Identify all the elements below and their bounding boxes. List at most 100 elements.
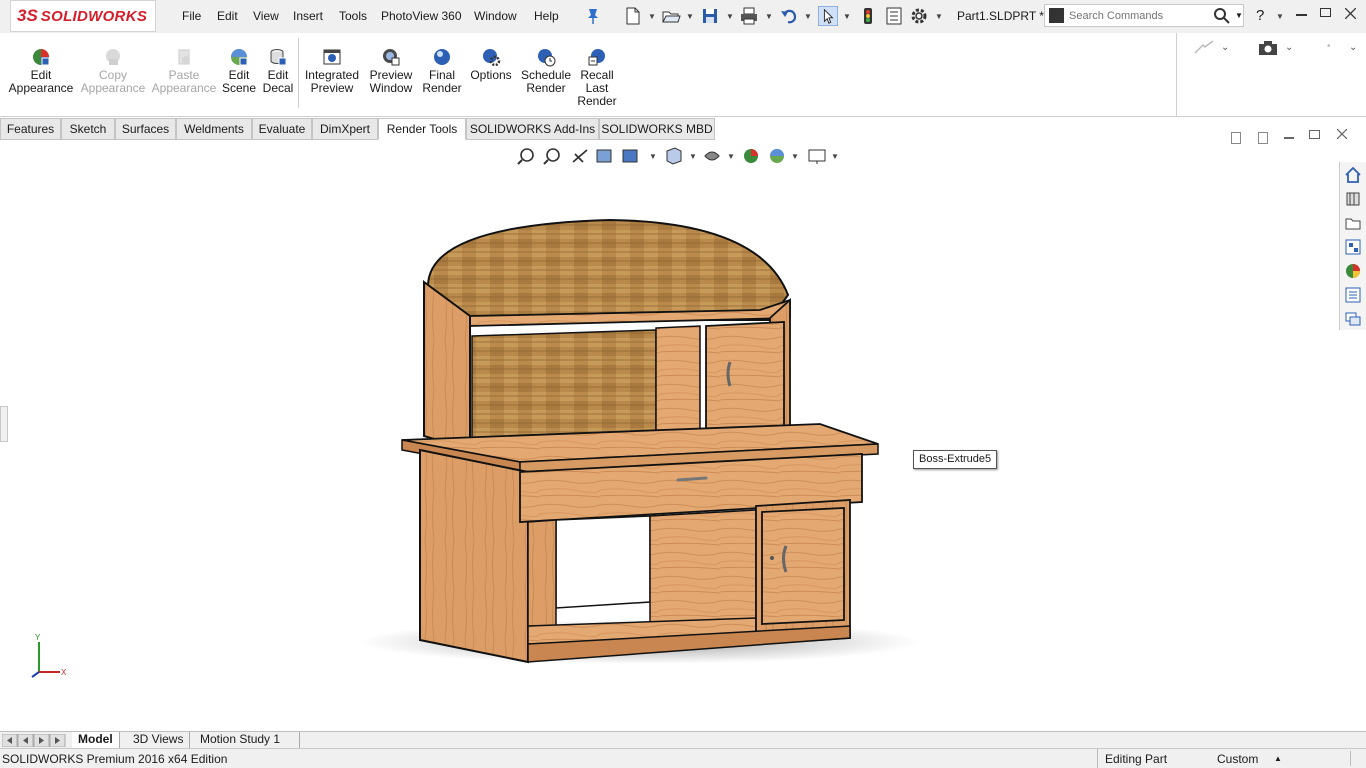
- center-back-panel[interactable]: [649, 509, 757, 629]
- panel-chevron-icon[interactable]: ⌄: [1221, 42, 1229, 53]
- viewport-minimize-icon[interactable]: [1284, 137, 1294, 139]
- drawer-handle[interactable]: [676, 476, 708, 482]
- viewport-nav-right-icon[interactable]: [1258, 132, 1268, 144]
- tab-surfaces[interactable]: Surfaces: [115, 118, 176, 140]
- search-commands-box[interactable]: ▼: [1044, 4, 1244, 27]
- feature-tooltip: Boss-Extrude5: [913, 450, 998, 469]
- zoom-to-fit-icon: [520, 148, 534, 162]
- preview-window-icon: [383, 49, 400, 66]
- menu-window[interactable]: Window: [474, 9, 517, 23]
- help-caret-icon[interactable]: ▼: [1276, 12, 1284, 21]
- integrated-preview-button[interactable]: Integrated Preview: [303, 47, 361, 95]
- new-document-icon[interactable]: [623, 6, 643, 26]
- viewport-close-icon[interactable]: [1337, 129, 1347, 139]
- tab-model[interactable]: Model: [72, 732, 120, 749]
- sketch-ink-icon[interactable]: [1193, 39, 1215, 57]
- unit-system-selector[interactable]: Custom: [1217, 752, 1258, 766]
- hutch-arched-back[interactable]: [426, 218, 790, 321]
- viewport-nav-left-icon[interactable]: [1231, 132, 1241, 144]
- open-caret-icon[interactable]: ▼: [686, 12, 694, 21]
- tab-solidworks-mbd[interactable]: SOLIDWORKS MBD: [599, 118, 715, 140]
- rebuild-traffic-light-icon[interactable]: [858, 6, 878, 26]
- print-icon[interactable]: [739, 6, 759, 26]
- view-palette-icon[interactable]: [1344, 238, 1362, 256]
- appearances-scenes-icon[interactable]: [1344, 262, 1362, 280]
- desk-left-panel[interactable]: [419, 448, 529, 664]
- search-caret-icon[interactable]: ▼: [1235, 11, 1243, 20]
- camera-chevron-icon[interactable]: ⌄: [1285, 42, 1293, 53]
- options-caret-icon[interactable]: ▼: [935, 12, 943, 21]
- tab-dimxpert[interactable]: DimXpert: [312, 118, 378, 140]
- save-icon[interactable]: [700, 6, 720, 26]
- tab-sketch[interactable]: Sketch: [61, 118, 115, 140]
- tab-evaluate[interactable]: Evaluate: [252, 118, 312, 140]
- recall-last-render-button[interactable]: Recall Last Render: [577, 47, 617, 108]
- render-options-icon: [483, 49, 501, 67]
- inner-left-support[interactable]: [527, 519, 557, 635]
- copy-appearance-button[interactable]: Copy Appearance: [80, 47, 146, 95]
- select-caret-icon[interactable]: ▼: [843, 12, 851, 21]
- tab-motion-study-1[interactable]: Motion Study 1: [194, 732, 300, 749]
- menu-view[interactable]: View: [253, 9, 279, 23]
- expand-chevron-icon[interactable]: ⌄: [1349, 42, 1357, 53]
- undo-caret-icon[interactable]: ▼: [804, 12, 812, 21]
- tab-scroll-arrows-icon[interactable]: [2, 734, 66, 747]
- forum-icon[interactable]: [1344, 310, 1362, 328]
- file-properties-icon[interactable]: [884, 6, 904, 26]
- search-icon[interactable]: [1213, 7, 1231, 25]
- heads-up-view-toolbar[interactable]: ▼ ▼ ▼ ▼ ▼: [517, 146, 847, 166]
- menu-photoview[interactable]: PhotoView 360: [381, 9, 462, 23]
- menu-tools[interactable]: Tools: [339, 9, 367, 23]
- close-icon[interactable]: [1345, 8, 1356, 19]
- undo-icon[interactable]: [779, 6, 799, 26]
- solidworks-logo[interactable]: 3S SOLIDWORKS: [10, 0, 156, 32]
- tab-render-tools[interactable]: Render Tools: [378, 118, 466, 140]
- options-button[interactable]: Options: [468, 47, 514, 82]
- tab-features[interactable]: Features: [0, 118, 61, 140]
- help-icon[interactable]: ?: [1256, 7, 1264, 24]
- custom-properties-icon[interactable]: [1344, 286, 1362, 304]
- hutch-cabinet-door[interactable]: [705, 321, 785, 433]
- pin-icon[interactable]: [583, 6, 603, 26]
- print-caret-icon[interactable]: ▼: [765, 12, 773, 21]
- final-render-button[interactable]: Final Render: [421, 47, 463, 95]
- tab-weldments[interactable]: Weldments: [176, 118, 252, 140]
- camera-icon[interactable]: [1257, 39, 1279, 57]
- file-explorer-icon[interactable]: [1344, 214, 1362, 232]
- open-folder-icon[interactable]: [661, 6, 681, 26]
- menu-insert[interactable]: Insert: [293, 9, 323, 23]
- menu-help[interactable]: Help: [534, 9, 559, 23]
- triad-y-label: Y: [35, 633, 41, 642]
- options-gear-icon[interactable]: [909, 6, 929, 26]
- unit-caret-icon[interactable]: ▲: [1274, 754, 1282, 763]
- hutch-inner-back[interactable]: [471, 329, 657, 439]
- save-caret-icon[interactable]: ▼: [726, 12, 734, 21]
- tab-3d-views[interactable]: 3D Views: [127, 732, 191, 749]
- menu-file[interactable]: File: [182, 9, 201, 23]
- schedule-render-button[interactable]: Schedule Render: [519, 47, 573, 95]
- viewport-restore-icon[interactable]: [1309, 130, 1320, 139]
- new-caret-icon[interactable]: ▼: [648, 12, 656, 21]
- hutch-divider[interactable]: [655, 325, 701, 435]
- preview-window-button[interactable]: Preview Window: [366, 47, 416, 95]
- tab-solidworks-add-ins[interactable]: SOLIDWORKS Add-Ins: [466, 118, 599, 140]
- cmd-label: Appearance: [151, 81, 217, 95]
- right-cabinet-door[interactable]: [761, 507, 845, 625]
- edit-scene-button[interactable]: Edit Scene: [221, 47, 257, 95]
- minimize-icon[interactable]: [1296, 14, 1307, 16]
- paste-appearance-button[interactable]: Paste Appearance: [151, 47, 217, 95]
- select-arrow-icon[interactable]: [818, 6, 838, 26]
- edit-decal-button[interactable]: Edit Decal: [262, 47, 294, 95]
- cmd-label: Last: [585, 81, 609, 95]
- home-icon[interactable]: [1344, 166, 1362, 184]
- edit-appearance-button[interactable]: Edit Appearance: [8, 47, 74, 95]
- desk-model[interactable]: [0, 140, 1366, 732]
- search-input[interactable]: [1069, 7, 1214, 24]
- design-library-icon[interactable]: [1344, 190, 1362, 208]
- menu-edit[interactable]: Edit: [217, 9, 238, 23]
- graphics-viewport[interactable]: Boss-Extrude5 ▼ ▼ ▼ ▼ ▼ Y X: [0, 129, 1366, 732]
- feature-manager-collapse-handle[interactable]: [0, 406, 8, 442]
- reference-triad: Y X: [31, 633, 67, 678]
- restore-icon[interactable]: [1320, 8, 1331, 17]
- triad-x-label: X: [61, 668, 67, 677]
